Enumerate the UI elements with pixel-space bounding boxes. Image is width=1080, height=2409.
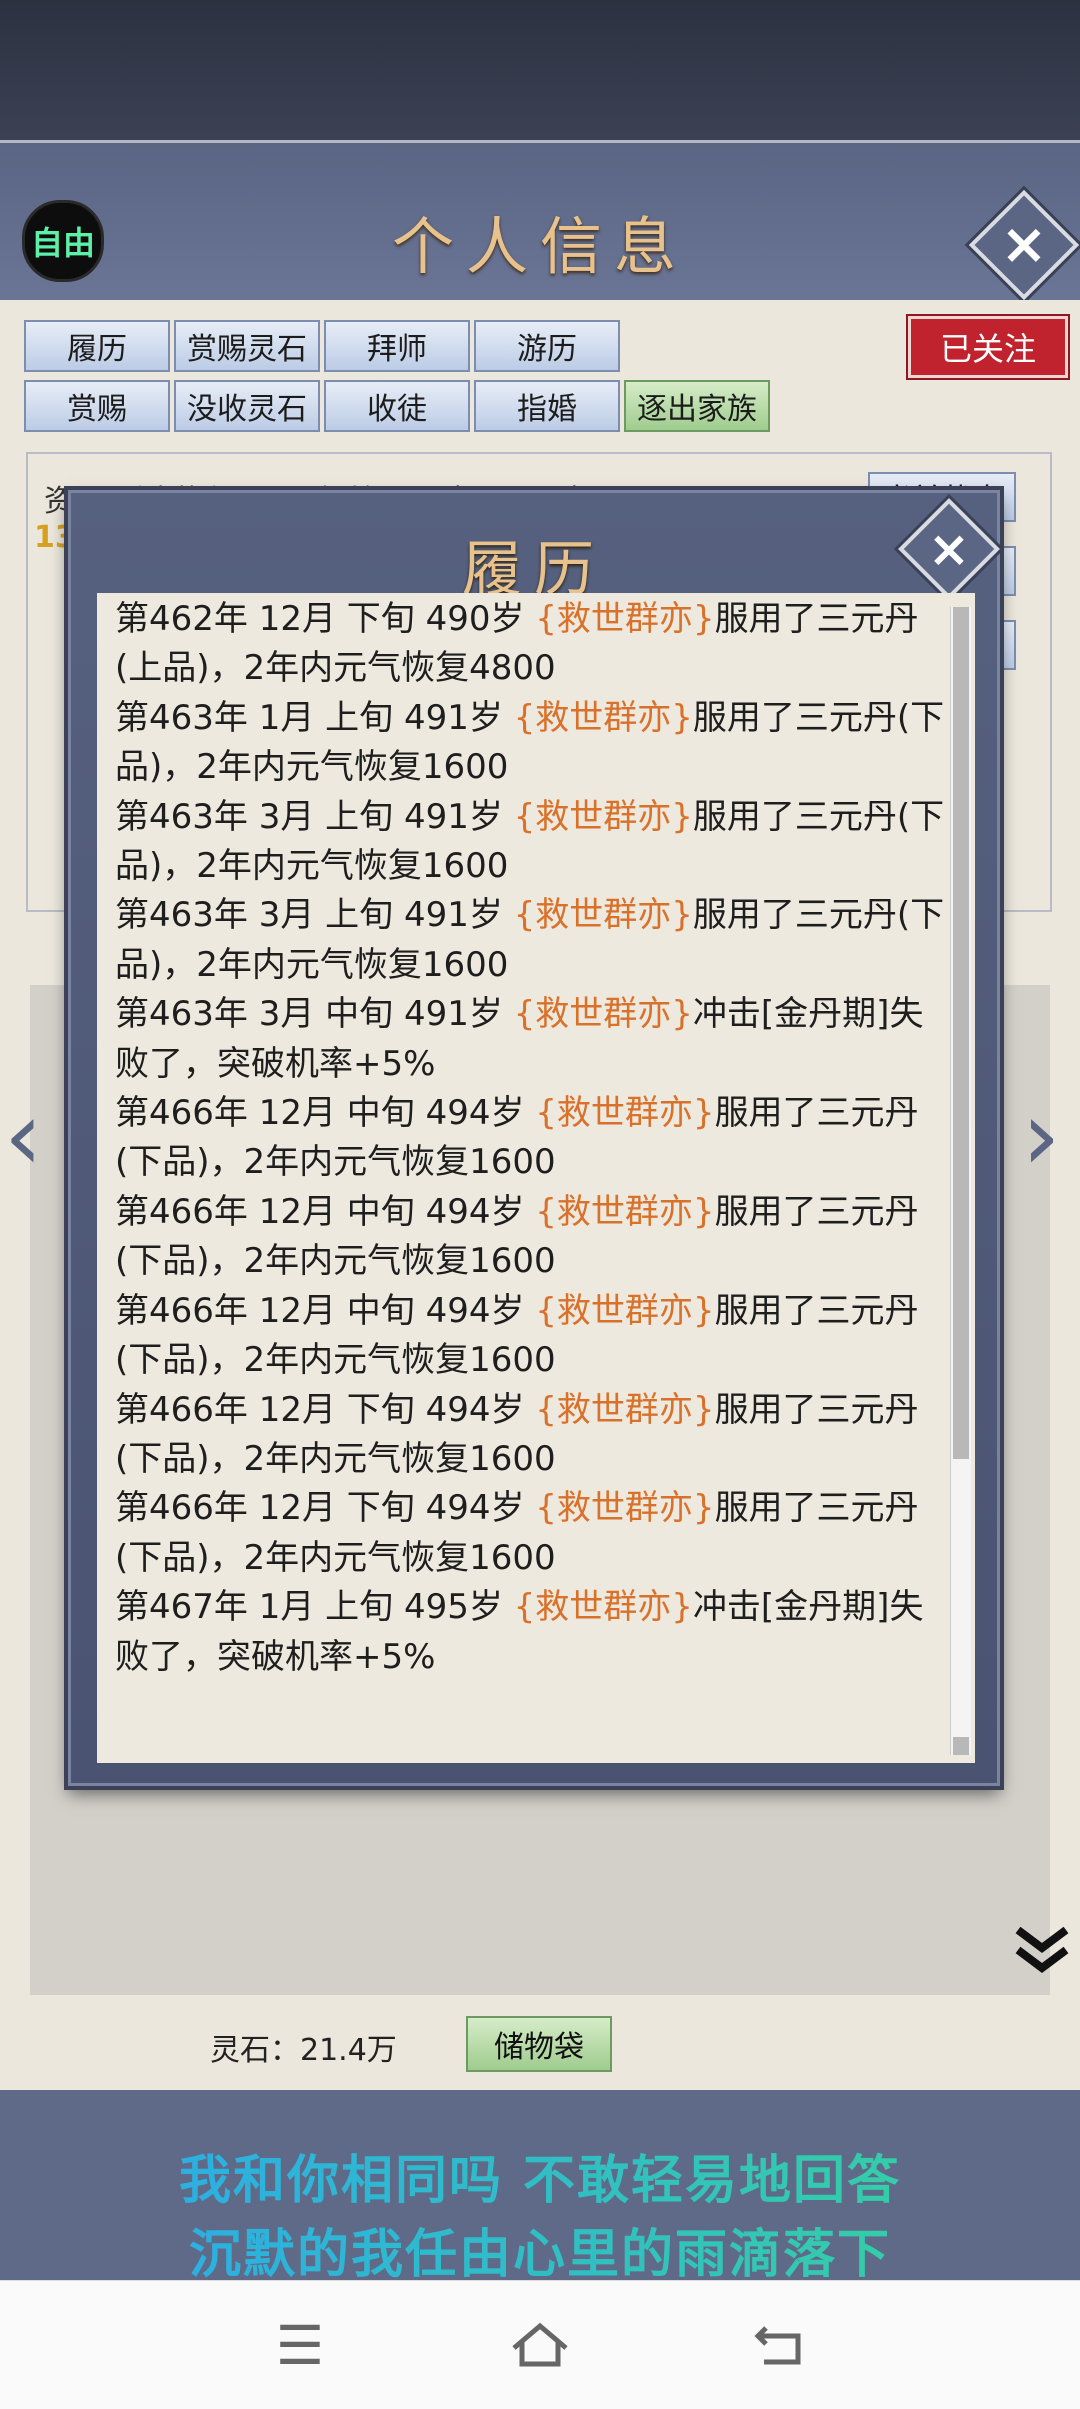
history-entry: 第466年 12月 中旬 494岁 {救世群亦}服用了三元丹(下品)，2年内元气… bbox=[115, 1089, 945, 1188]
entry-character[interactable]: {救世群亦} bbox=[535, 1192, 714, 1232]
entry-character[interactable]: {救世群亦} bbox=[535, 1291, 714, 1331]
entry-date: 第463年 3月 上旬 491岁 bbox=[115, 895, 514, 936]
history-entry: 第466年 12月 下旬 494岁 {救世群亦}服用了三元丹(下品)，2年内元气… bbox=[115, 1386, 945, 1485]
entry-date: 第467年 1月 上旬 495岁 bbox=[115, 1587, 514, 1628]
entry-character[interactable]: {救世群亦} bbox=[535, 1093, 714, 1133]
top-bar bbox=[0, 0, 1080, 140]
entry-date: 第466年 12月 下旬 494岁 bbox=[115, 1389, 536, 1430]
entry-character[interactable]: {救世群亦} bbox=[514, 895, 693, 935]
history-entry: 第462年 12月 下旬 490岁 {救世群亦}服用了三元丹(上品)，2年内元气… bbox=[115, 595, 945, 694]
btn-take-disciple[interactable]: 收徒 bbox=[324, 380, 470, 432]
chevron-left-icon[interactable]: ‹ bbox=[4, 1080, 42, 1192]
menu-icon[interactable]: ☰ bbox=[260, 2310, 340, 2380]
history-entry: 第466年 12月 中旬 494岁 {救世群亦}服用了三元丹(下品)，2年内元气… bbox=[115, 1188, 945, 1287]
scrollbar[interactable] bbox=[950, 607, 971, 1755]
entry-date: 第463年 1月 上旬 491岁 bbox=[115, 697, 514, 738]
spirit-stones-count: 灵石：21.4万 bbox=[210, 2033, 397, 2068]
btn-arrange-marriage[interactable]: 指婚 bbox=[474, 380, 620, 432]
history-entry: 第463年 1月 上旬 491岁 {救世群亦}服用了三元丹(下品)，2年内元气恢… bbox=[115, 694, 945, 793]
lyric-line-1: 我和你相同吗 不敢轻易地回答 bbox=[0, 2138, 1080, 2213]
entry-date: 第466年 12月 中旬 494岁 bbox=[115, 1290, 536, 1331]
entry-date: 第466年 12月 中旬 494岁 bbox=[115, 1191, 536, 1232]
entry-date: 第462年 12月 下旬 490岁 bbox=[115, 599, 536, 639]
entry-character[interactable]: {救世群亦} bbox=[535, 1390, 714, 1430]
history-list: 第462年 12月 下旬 490岁 {救世群亦}服用了三元丹(上品)，2年内元气… bbox=[115, 595, 945, 1682]
history-entry: 第466年 12月 中旬 494岁 {救世群亦}服用了三元丹(下品)，2年内元气… bbox=[115, 1287, 945, 1386]
btn-apprentice[interactable]: 拜师 bbox=[324, 320, 470, 372]
entry-character[interactable]: {救世群亦} bbox=[514, 698, 693, 738]
entry-date: 第463年 3月 上旬 491岁 bbox=[115, 796, 514, 837]
chevron-right-icon[interactable]: › bbox=[1022, 1080, 1060, 1192]
btn-history[interactable]: 履历 bbox=[24, 320, 170, 372]
lyric-line-2: 沉默的我任由心里的雨滴落下 bbox=[0, 2212, 1080, 2287]
btn-confiscate-stones[interactable]: 没收灵石 bbox=[174, 380, 320, 432]
history-entry: 第466年 12月 下旬 494岁 {救世群亦}服用了三元丹(下品)，2年内元气… bbox=[115, 1484, 945, 1583]
entry-date: 第466年 12月 中旬 494岁 bbox=[115, 1093, 536, 1134]
storage-bag-button[interactable]: 储物袋 bbox=[466, 2016, 612, 2072]
entry-date: 第466年 12月 下旬 494岁 bbox=[115, 1488, 536, 1529]
entry-character[interactable]: {救世群亦} bbox=[514, 1587, 693, 1627]
entry-date: 第463年 3月 中旬 491岁 bbox=[115, 994, 514, 1035]
follow-button[interactable]: 已关注 bbox=[906, 314, 1070, 380]
history-entry: 第463年 3月 上旬 491岁 {救世群亦}服用了三元丹(下品)，2年内元气恢… bbox=[115, 891, 945, 990]
btn-reward[interactable]: 赏赐 bbox=[24, 380, 170, 432]
history-dialog: 履历 × 第462年 12月 下旬 490岁 {救世群亦}服用了三元丹(上品)，… bbox=[68, 490, 1000, 1786]
entry-character[interactable]: {救世群亦} bbox=[514, 797, 693, 837]
history-entry: 第467年 1月 上旬 495岁 {救世群亦}冲击[金丹期]失败了，突破机率+5… bbox=[115, 1583, 945, 1682]
double-chevron-down-icon[interactable] bbox=[1012, 1922, 1072, 1976]
entry-character[interactable]: {救世群亦} bbox=[514, 994, 693, 1034]
history-entry: 第463年 3月 上旬 491岁 {救世群亦}服用了三元丹(下品)，2年内元气恢… bbox=[115, 793, 945, 892]
btn-reward-stones[interactable]: 赏赐灵石 bbox=[174, 320, 320, 372]
btn-expel-family[interactable]: 逐出家族 bbox=[624, 380, 770, 432]
history-entry: 第463年 3月 中旬 491岁 {救世群亦}冲击[金丹期]失败了，突破机率+5… bbox=[115, 990, 945, 1089]
back-icon[interactable] bbox=[742, 2310, 822, 2380]
scroll-end bbox=[953, 1737, 969, 1755]
scroll-thumb[interactable] bbox=[953, 607, 969, 1459]
entry-character[interactable]: {救世群亦} bbox=[535, 1488, 714, 1528]
btn-travel[interactable]: 游历 bbox=[474, 320, 620, 372]
home-icon[interactable] bbox=[500, 2310, 580, 2380]
history-log[interactable]: 第462年 12月 下旬 490岁 {救世群亦}服用了三元丹(上品)，2年内元气… bbox=[97, 593, 975, 1763]
page-title: 个人信息 bbox=[391, 210, 688, 283]
entry-character[interactable]: {救世群亦} bbox=[535, 599, 714, 639]
